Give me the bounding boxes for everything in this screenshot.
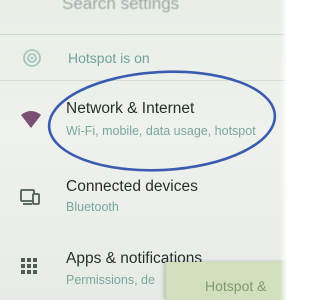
devices-icon bbox=[20, 189, 40, 205]
settings-item-title: Connected devices bbox=[66, 178, 198, 195]
photo-edge bbox=[280, 0, 287, 300]
overlay-text: Hotspot & bbox=[205, 278, 267, 294]
settings-item-connected-devices[interactable]: Connected devices Bluetooth bbox=[0, 170, 287, 226]
wifi-icon bbox=[21, 111, 41, 128]
hotspot-status-text: Hotspot is on bbox=[68, 50, 150, 66]
settings-item-subtitle: Bluetooth bbox=[66, 200, 119, 214]
top-title-faded: Search settings bbox=[62, 0, 180, 13]
hotspot-icon bbox=[23, 49, 41, 67]
settings-screen: Search settings Hotspot is on Network & … bbox=[0, 0, 287, 300]
settings-item-subtitle: Permissions, de bbox=[66, 273, 155, 287]
annotation-oval bbox=[47, 70, 277, 172]
divider bbox=[0, 34, 287, 35]
apps-grid-icon bbox=[21, 258, 37, 274]
